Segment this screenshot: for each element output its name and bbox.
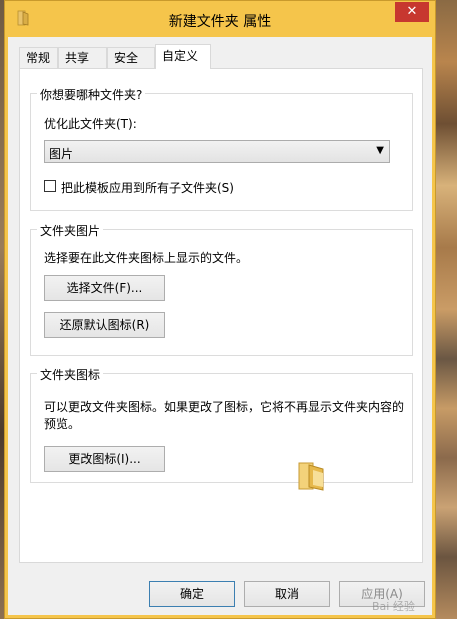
tab-sharing[interactable]: 共享 <box>58 47 107 68</box>
group-title: 你想要哪种文件夹? <box>37 86 146 103</box>
folder-picture-group: 文件夹图片 选择要在此文件夹图标上显示的文件。 选择文件(F)... 还原默认图… <box>30 222 413 356</box>
folder-icon-preview <box>298 462 324 491</box>
tab-label: 共享 <box>65 51 90 65</box>
window-title: 新建文件夹 属性 <box>168 14 272 30</box>
tab-label: 安全 <box>114 51 139 65</box>
tab-label: 自定义 <box>162 49 199 63</box>
optimize-select-value: 图片 <box>49 147 74 161</box>
group-title: 文件夹图标 <box>37 366 104 383</box>
desktop-background-right <box>436 0 457 619</box>
tab-customize[interactable]: 自定义 <box>155 44 211 69</box>
title-bar[interactable]: 新建文件夹 属性 ✕ <box>5 1 435 37</box>
properties-dialog: 新建文件夹 属性 ✕ 常规 共享 安全 自定义 你想要哪种文件夹? 优化此文件夹… <box>4 0 436 619</box>
group-title: 文件夹图片 <box>37 222 104 239</box>
watermark: Bai 经验 <box>372 600 415 613</box>
close-button[interactable]: ✕ <box>395 2 429 22</box>
apply-subfolders-label[interactable]: 把此模板应用到所有子文件夹(S) <box>61 179 234 196</box>
folder-picture-description: 选择要在此文件夹图标上显示的文件。 <box>44 251 249 265</box>
restore-default-button[interactable]: 还原默认图标(R) <box>44 312 165 338</box>
dialog-client-area: 常规 共享 安全 自定义 你想要哪种文件夹? 优化此文件夹(T): 图片 ▼ 把… <box>8 37 432 615</box>
close-icon: ✕ <box>406 4 418 19</box>
apply-subfolders-checkbox[interactable] <box>44 180 56 192</box>
folder-type-group: 你想要哪种文件夹? 优化此文件夹(T): 图片 ▼ 把此模板应用到所有子文件夹(… <box>30 86 413 211</box>
chevron-down-icon: ▼ <box>376 145 384 156</box>
change-icon-button[interactable]: 更改图标(I)... <box>44 446 165 472</box>
tab-security[interactable]: 安全 <box>107 47 155 68</box>
ok-button[interactable]: 确定 <box>149 581 235 607</box>
folder-icon-group: 文件夹图标 可以更改文件夹图标。如果更改了图标，它将不再显示文件夹内容的预览。 … <box>30 366 413 491</box>
optimize-select[interactable]: 图片 ▼ <box>44 140 390 163</box>
cancel-button[interactable]: 取消 <box>244 581 330 607</box>
optimize-label: 优化此文件夹(T): <box>44 117 137 131</box>
choose-file-button[interactable]: 选择文件(F)... <box>44 275 165 301</box>
tab-general[interactable]: 常规 <box>19 47 58 68</box>
folder-icon-description: 可以更改文件夹图标。如果更改了图标，它将不再显示文件夹内容的预览。 <box>44 400 405 431</box>
customize-tab-panel: 你想要哪种文件夹? 优化此文件夹(T): 图片 ▼ 把此模板应用到所有子文件夹(… <box>19 68 423 563</box>
tab-label: 常规 <box>26 51 51 65</box>
